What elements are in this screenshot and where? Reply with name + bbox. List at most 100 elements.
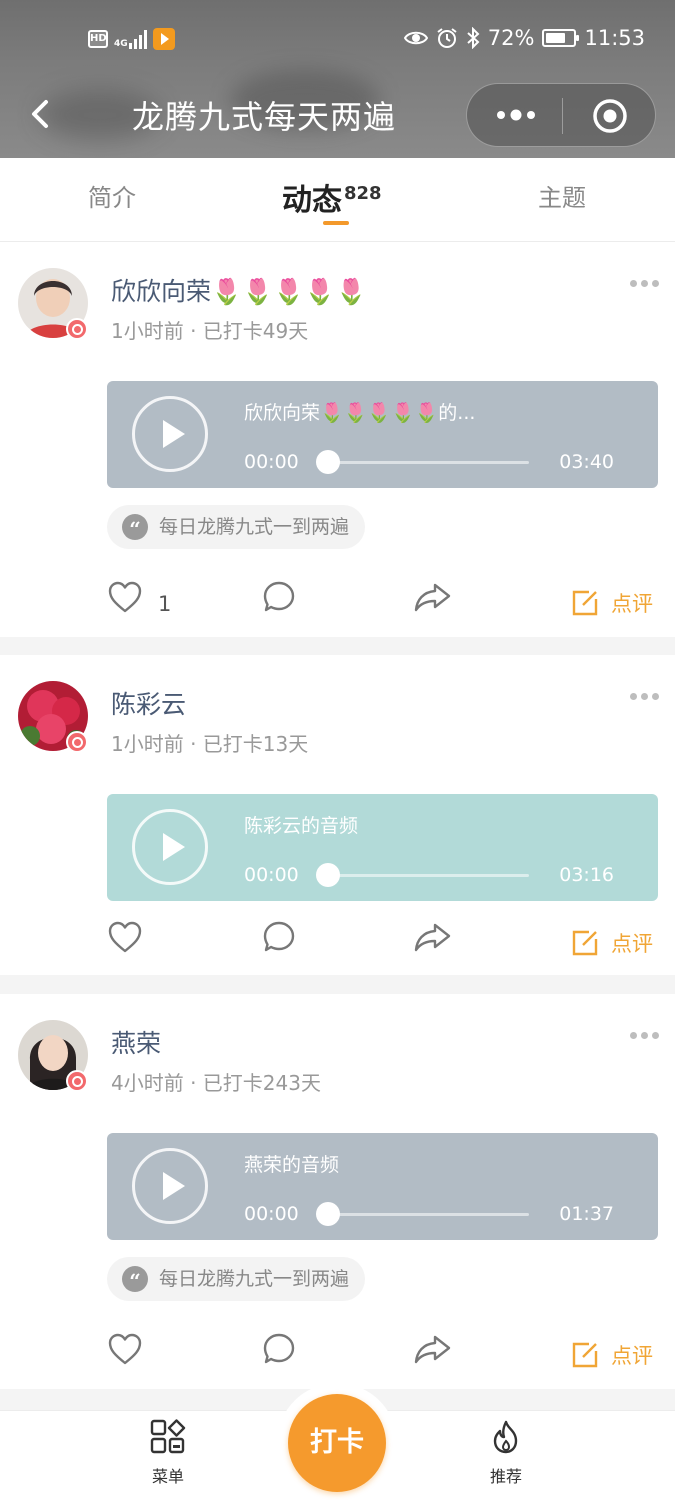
audio-duration: 03:16 <box>559 864 614 886</box>
play-icon[interactable] <box>132 809 208 885</box>
username[interactable]: 欣欣向荣🌷🌷🌷🌷🌷 <box>111 272 367 308</box>
menu-grid-icon <box>150 1419 186 1454</box>
menu-tab[interactable]: 菜单 <box>128 1419 208 1487</box>
username[interactable]: 燕荣 <box>111 1024 161 1060</box>
like-count: 1 <box>158 592 172 616</box>
review-button[interactable]: 点评 <box>571 1340 653 1370</box>
audio-player: 燕荣的音频 00:00 01:37 <box>107 1133 658 1240</box>
feed-post: 陈彩云 1小时前 · 已打卡13天 陈彩云的音频 00:00 03:16 点评 <box>0 655 675 975</box>
post-meta: 4小时前 · 已打卡243天 <box>111 1071 321 1095</box>
post-more-icon[interactable] <box>630 280 659 287</box>
comment-button[interactable] <box>262 580 296 618</box>
post-actions: 1 点评 <box>0 580 675 630</box>
audio-progress-track[interactable] <box>327 874 529 877</box>
heart-icon <box>108 581 142 613</box>
battery-percent: 72% <box>487 26 535 50</box>
post-actions: 点评 <box>0 920 675 970</box>
share-arrow-icon <box>414 923 451 952</box>
vip-badge-icon <box>66 1070 88 1092</box>
audio-progress-track[interactable] <box>327 1213 529 1216</box>
play-icon[interactable] <box>132 396 208 472</box>
checkin-button[interactable]: 打卡 <box>288 1394 386 1492</box>
topic-tag[interactable]: “ 每日龙腾九式一到两遍 <box>107 1257 366 1301</box>
bluetooth-icon <box>467 27 480 49</box>
alarm-icon <box>437 28 457 48</box>
audio-current-time: 00:00 <box>244 451 299 473</box>
status-time: 11:53 <box>584 26 645 50</box>
like-button[interactable] <box>107 580 143 618</box>
nav-bar: 龙腾九式每天两遍 <box>0 80 675 152</box>
comment-icon <box>263 1333 295 1364</box>
share-button[interactable] <box>413 1332 453 1370</box>
share-button[interactable] <box>413 920 453 958</box>
heart-icon <box>108 1333 142 1365</box>
audio-progress-thumb[interactable] <box>316 1202 340 1226</box>
more-button[interactable] <box>493 92 539 138</box>
back-button[interactable] <box>22 94 62 134</box>
like-button[interactable] <box>107 920 143 958</box>
topic-tag[interactable]: “ 每日龙腾九式一到两遍 <box>107 505 366 549</box>
chevron-left-icon <box>32 100 48 128</box>
share-button[interactable] <box>413 580 453 618</box>
audio-progress-track[interactable] <box>327 461 529 464</box>
post-meta: 1小时前 · 已打卡49天 <box>111 319 309 343</box>
feed-post: 燕荣 4小时前 · 已打卡243天 燕荣的音频 00:00 01:37 “ 每日… <box>0 994 675 1389</box>
share-arrow-icon <box>414 583 451 612</box>
audio-current-time: 00:00 <box>244 864 299 886</box>
feed-count: 828 <box>344 183 382 204</box>
comment-button[interactable] <box>262 1332 296 1370</box>
page: HD 4G 72% 11:53 龙腾九式每天两遍 简介 动态 828 主题 欣欣… <box>0 0 675 1500</box>
more-dots-icon <box>497 109 535 121</box>
tab-bar: 简介 动态 828 主题 <box>0 158 675 242</box>
status-bar: HD 4G 72% 11:53 <box>0 22 675 60</box>
audio-duration: 01:37 <box>559 1203 614 1225</box>
quote-icon: “ <box>122 514 148 541</box>
tab-topics[interactable]: 主题 <box>538 178 586 213</box>
edit-icon <box>572 590 598 616</box>
play-icon[interactable] <box>132 1148 208 1224</box>
header: HD 4G 72% 11:53 龙腾九式每天两遍 <box>0 0 675 158</box>
comment-button[interactable] <box>262 920 296 958</box>
audio-title: 欣欣向荣🌷🌷🌷🌷🌷的... <box>244 402 476 424</box>
edit-icon <box>572 930 598 956</box>
eye-icon <box>403 31 428 45</box>
audio-progress-thumb[interactable] <box>316 863 340 887</box>
post-meta: 1小时前 · 已打卡13天 <box>111 732 309 756</box>
share-arrow-icon <box>414 1335 451 1364</box>
target-icon <box>593 99 627 133</box>
active-tab-indicator <box>323 221 349 225</box>
audio-player: 陈彩云的音频 00:00 03:16 <box>107 794 658 901</box>
comment-icon <box>263 921 295 952</box>
recommend-tab[interactable]: 推荐 <box>466 1419 546 1487</box>
audio-title: 陈彩云的音频 <box>244 815 359 837</box>
quote-icon: “ <box>122 1266 148 1293</box>
comment-icon <box>263 581 295 612</box>
signal-icon: 4G <box>114 29 147 49</box>
page-title: 龙腾九式每天两遍 <box>132 98 397 136</box>
vip-badge-icon <box>66 318 88 340</box>
like-button[interactable] <box>107 1332 143 1370</box>
vip-badge-icon <box>66 731 88 753</box>
edit-icon <box>572 1342 598 1368</box>
battery-icon <box>542 29 580 47</box>
audio-current-time: 00:00 <box>244 1203 299 1225</box>
audio-title: 燕荣的音频 <box>244 1154 340 1176</box>
feed-post: 欣欣向荣🌷🌷🌷🌷🌷 1小时前 · 已打卡49天 欣欣向荣🌷🌷🌷🌷🌷的... 00… <box>0 242 675 637</box>
tab-feed[interactable]: 动态 828 <box>282 175 382 219</box>
post-more-icon[interactable] <box>630 693 659 700</box>
audio-player: 欣欣向荣🌷🌷🌷🌷🌷的... 00:00 03:40 <box>107 381 658 488</box>
post-more-icon[interactable] <box>630 1032 659 1039</box>
audio-duration: 03:40 <box>559 451 614 473</box>
heart-icon <box>108 921 142 953</box>
miniapp-capsule <box>466 83 656 147</box>
flame-icon <box>493 1420 518 1454</box>
review-button[interactable]: 点评 <box>571 928 653 958</box>
username[interactable]: 陈彩云 <box>111 685 186 721</box>
post-actions: 点评 <box>0 1332 675 1382</box>
close-miniapp-button[interactable] <box>592 98 628 134</box>
review-button[interactable]: 点评 <box>571 588 653 618</box>
audio-progress-thumb[interactable] <box>316 450 340 474</box>
tab-intro[interactable]: 简介 <box>88 178 136 213</box>
hd-icon: HD <box>88 30 108 48</box>
video-app-icon <box>152 28 175 50</box>
